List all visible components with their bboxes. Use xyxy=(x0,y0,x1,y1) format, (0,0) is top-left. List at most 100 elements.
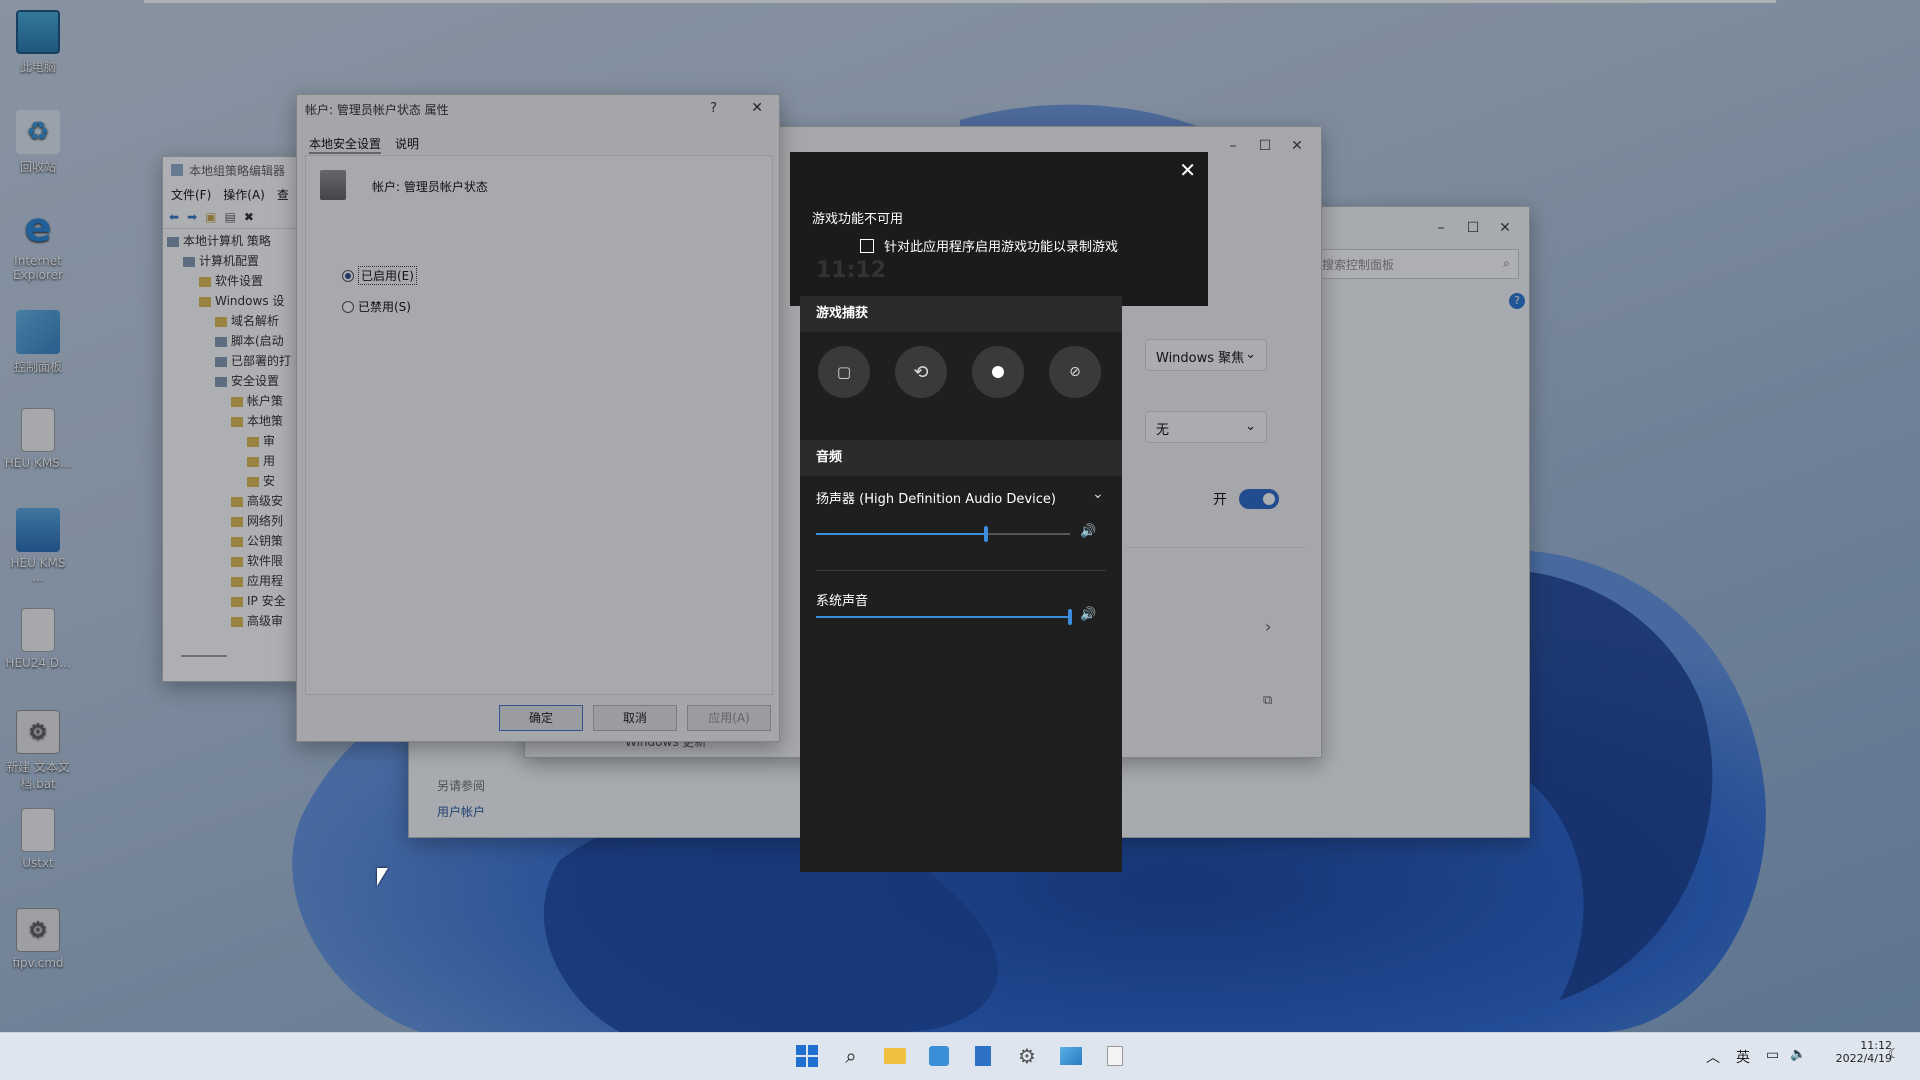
tree-item[interactable]: IP 安全 xyxy=(167,591,301,611)
ok-button[interactable]: 确定 xyxy=(499,705,583,731)
enable-game-features-checkbox[interactable]: 针对此应用程序启用游戏功能以录制游戏 xyxy=(860,236,1118,255)
tree-item[interactable]: 审 xyxy=(167,431,301,451)
minimize-button[interactable]: – xyxy=(1425,213,1457,243)
tab-local-security[interactable]: 本地安全设置 xyxy=(309,135,382,154)
menu-action[interactable]: 操作(A) xyxy=(223,186,265,203)
record-last-30s-button[interactable]: ⟲ xyxy=(895,346,947,398)
start-recording-button[interactable] xyxy=(972,346,1024,398)
desktop-icon-ustxt[interactable]: Ustxt xyxy=(4,808,72,870)
cube-app-icon[interactable] xyxy=(926,1043,952,1069)
microphone-toggle-button[interactable]: ⊘ xyxy=(1049,346,1101,398)
cancel-button[interactable]: 取消 xyxy=(593,705,677,731)
desktop-icon-heu-kms-1[interactable]: HEU KMS... xyxy=(4,408,72,470)
tree-item-label: 帐户策 xyxy=(247,394,284,408)
tree-item[interactable]: 脚本(启动 xyxy=(167,331,301,351)
chevron-down-icon[interactable]: ⌄ xyxy=(1092,486,1104,502)
help-button[interactable]: ? xyxy=(710,101,717,116)
desktop-icon-ie[interactable]: e Internet Explorer xyxy=(4,206,72,282)
clock[interactable]: 11:12 2022/4/19 xyxy=(1822,1039,1892,1065)
help-icon[interactable]: ? xyxy=(1509,293,1525,309)
speaker-icon[interactable]: 🔊 xyxy=(1080,524,1096,539)
tree-item[interactable]: 高级安 xyxy=(167,491,301,511)
menu-view[interactable]: 查 xyxy=(277,186,289,203)
tree-item[interactable]: 软件限 xyxy=(167,551,301,571)
tree-item[interactable]: 计算机配置 xyxy=(167,251,301,271)
back-arrow-icon[interactable]: ⬅ xyxy=(169,210,179,224)
secondary-dropdown[interactable]: 无 ⌄ xyxy=(1145,411,1267,443)
background-type-dropdown[interactable]: Windows 聚焦 ⌄ xyxy=(1145,339,1267,371)
tree-item[interactable]: 用 xyxy=(167,451,301,471)
settings-gear-icon[interactable]: ⚙ xyxy=(1014,1043,1040,1069)
tree-item[interactable]: 域名解析 xyxy=(167,311,301,331)
close-button[interactable]: ✕ xyxy=(1489,213,1521,243)
system-volume-slider[interactable] xyxy=(816,609,1072,625)
tree-item[interactable]: 网络列 xyxy=(167,511,301,531)
tree-item[interactable]: 本地策 xyxy=(167,411,301,431)
maximize-button[interactable]: ☐ xyxy=(1249,131,1281,161)
tab-explain[interactable]: 说明 xyxy=(395,135,419,154)
show-hide-tree-icon[interactable]: ▤ xyxy=(224,210,235,224)
start-button[interactable] xyxy=(794,1043,820,1069)
search-input[interactable]: 搜索控制面板 ⌕ xyxy=(1313,249,1519,279)
scrollbar-thumb[interactable] xyxy=(181,655,227,657)
tree-item[interactable]: 高级审 xyxy=(167,611,301,631)
chevron-right-icon[interactable]: › xyxy=(1265,617,1271,636)
policy-name: 帐户: 管理员帐户状态 xyxy=(372,180,488,194)
settings-toggle[interactable] xyxy=(1239,489,1279,509)
settings-caption-buttons: – ☐ ✕ xyxy=(1217,131,1313,161)
external-link-icon[interactable]: ⧉ xyxy=(1263,693,1272,708)
folder-icon xyxy=(231,596,243,607)
desktop-icon-heu-kms-2[interactable]: HEU KMS ... xyxy=(4,508,72,584)
screenshot-button[interactable]: ▢ xyxy=(818,346,870,398)
tree-item[interactable]: Windows 设 xyxy=(167,291,301,311)
close-button[interactable]: ✕ xyxy=(1281,131,1313,161)
desktop-icon-recycle-bin[interactable]: ♻ 回收站 xyxy=(4,110,72,175)
desktop-icon-heu24[interactable]: HEU24 D... xyxy=(4,608,72,670)
notification-icon[interactable]: ☾ xyxy=(1888,1047,1900,1062)
desktop-icon-this-pc[interactable]: 此电脑 xyxy=(4,10,72,75)
radio-enabled[interactable]: 已启用(E) xyxy=(342,266,417,285)
network-icon[interactable]: ▭ xyxy=(1766,1047,1779,1063)
input-language[interactable]: 英 xyxy=(1736,1047,1750,1067)
gpedit-title: 本地组策略编辑器 xyxy=(189,163,286,178)
apply-button[interactable]: 应用(A) xyxy=(687,705,771,731)
search-icon[interactable]: ⌕ xyxy=(838,1043,864,1069)
file-explorer-icon[interactable] xyxy=(882,1043,908,1069)
forward-arrow-icon[interactable]: ➡ xyxy=(187,210,197,224)
chevron-up-icon[interactable]: ︿ xyxy=(1706,1047,1720,1067)
device-volume-slider[interactable] xyxy=(816,526,1070,542)
menu-file[interactable]: 文件(F) xyxy=(171,186,211,203)
tree-item[interactable]: 安全设置 xyxy=(167,371,301,391)
desktop-icon-new-bat[interactable]: ⚙ 新建 文本文档.bat xyxy=(4,710,72,792)
tree-item[interactable]: 公钥策 xyxy=(167,531,301,551)
tree-item[interactable]: 应用程 xyxy=(167,571,301,591)
slider-thumb[interactable] xyxy=(1068,609,1072,625)
tree-item[interactable]: 软件设置 xyxy=(167,271,301,291)
delete-icon[interactable]: ✖ xyxy=(244,210,254,224)
user-accounts-link[interactable]: 用户帐户 xyxy=(437,803,485,820)
control-panel-taskbar-icon[interactable] xyxy=(1058,1043,1084,1069)
speaker-icon[interactable]: 🔊 xyxy=(1080,607,1096,622)
computer-icon xyxy=(183,256,195,267)
tree-item[interactable]: 已部署的打 xyxy=(167,351,301,371)
notepad-icon[interactable] xyxy=(970,1043,996,1069)
radio-disabled[interactable]: 已禁用(S) xyxy=(342,298,411,315)
gamebar-close-icon[interactable]: ✕ xyxy=(1179,158,1196,182)
folder-icon xyxy=(231,536,243,547)
slider-thumb[interactable] xyxy=(984,526,989,542)
tree-item[interactable]: 安 xyxy=(167,471,301,491)
volume-icon[interactable]: 🔈 xyxy=(1790,1047,1806,1062)
dialog-title: 帐户: 管理员帐户状态 属性 xyxy=(305,102,449,117)
maximize-button[interactable]: ☐ xyxy=(1457,213,1489,243)
tree-item[interactable]: 帐户策 xyxy=(167,391,301,411)
dialog-close-button[interactable]: ✕ xyxy=(751,100,763,116)
desktop-icon-fipv[interactable]: ⚙ fipv.cmd xyxy=(4,908,72,970)
desktop-icon-label: HEU KMS... xyxy=(4,456,72,470)
desktop-icon-control-panel[interactable]: 控制面板 xyxy=(4,310,72,375)
minimize-button[interactable]: – xyxy=(1217,131,1249,161)
desktop-icon-label: 回收站 xyxy=(19,160,56,174)
text-document-icon[interactable] xyxy=(1102,1043,1128,1069)
tree-item[interactable]: 本地计算机 策略 xyxy=(167,231,301,251)
desktop-icon-label: fipv.cmd xyxy=(12,956,64,970)
folder-up-icon[interactable]: ▣ xyxy=(205,210,216,224)
